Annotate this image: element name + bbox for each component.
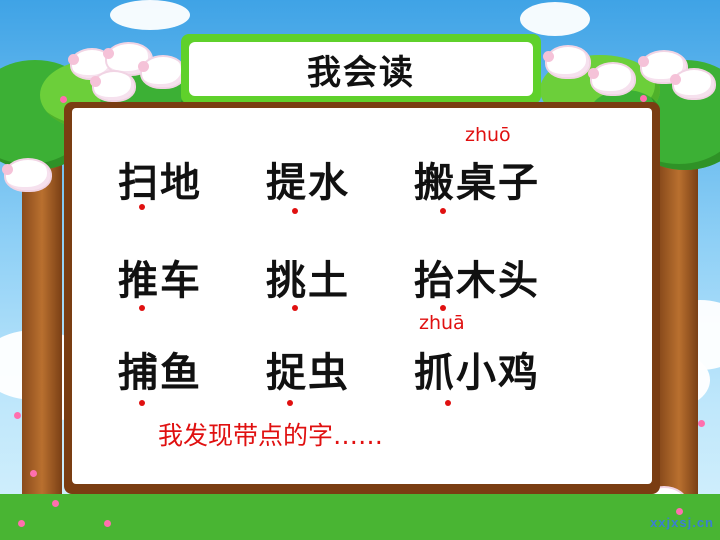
flower [698,420,705,427]
site-watermark: xxjxsj.cn [650,515,714,530]
cloud [520,2,590,36]
right-tree-trunk [660,140,698,510]
word-card: 推车 [118,258,202,304]
word-card: 捉虫 [266,350,350,396]
emphasis-dot [139,305,145,311]
grass-ground [0,494,720,540]
sheep [90,70,136,102]
word-card: 抓小鸡 [414,350,540,396]
sheep [2,158,52,192]
flower [60,96,67,103]
sheep [543,45,591,79]
left-tree-trunk [22,150,62,510]
word-card: 提水 [266,160,350,206]
sheep [670,68,716,100]
emphasis-dot [292,208,298,214]
cloud [110,0,190,30]
emphasis-dot [292,305,298,311]
pinyin-zhuo: zhuō [465,124,511,146]
flower [18,520,25,527]
sheep [138,55,186,89]
discovery-prompt: 我发现带点的字…… [158,421,384,450]
emphasis-dot [440,208,446,214]
emphasis-dot [287,400,293,406]
word-card: 捕鱼 [118,350,202,396]
emphasis-dot [445,400,451,406]
word-card: 抬木头 [414,258,540,304]
flower [104,520,111,527]
word-card: 搬桌子 [414,160,540,206]
flower [30,470,37,477]
emphasis-dot [440,305,446,311]
title-plaque-inner: 我会读 [189,42,533,96]
sheep [588,62,636,96]
flower [640,95,647,102]
flower [52,500,59,507]
pinyin-zhua: zhuā [419,312,465,334]
word-card: 挑土 [266,258,350,304]
emphasis-dot [139,204,145,210]
flower [14,412,21,419]
flower [676,508,683,515]
emphasis-dot [139,400,145,406]
title-plaque: 我会读 [181,34,541,104]
word-card: 扫地 [118,160,202,206]
page-title: 我会读 [307,52,415,93]
